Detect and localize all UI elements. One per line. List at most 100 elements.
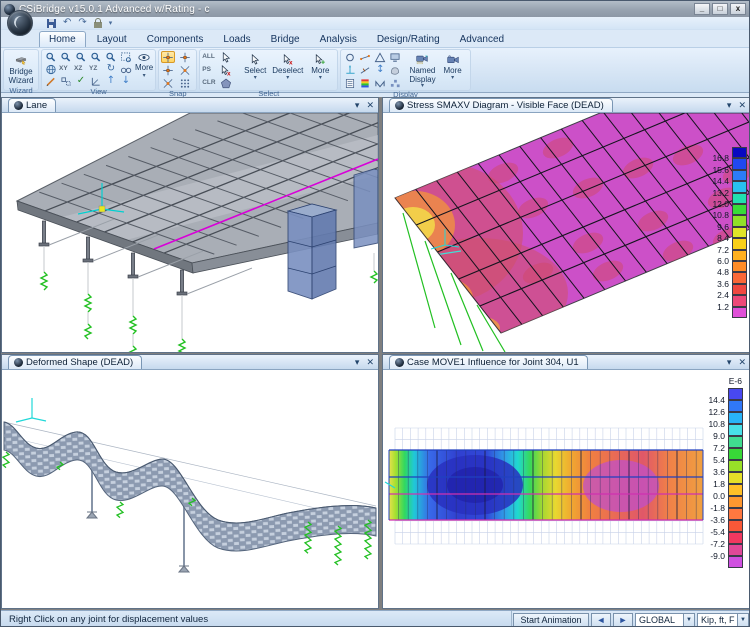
viewport-menu-icon[interactable]: ▾	[355, 356, 360, 368]
snap-line-middles-icon[interactable]	[161, 64, 175, 76]
set-3d-view-icon[interactable]	[44, 63, 58, 75]
snap-line-ends-icon[interactable]	[178, 51, 192, 63]
show-releases-icon[interactable]	[358, 51, 372, 63]
viewport-close-icon[interactable]: ✕	[738, 356, 746, 368]
zoom-previous-icon[interactable]	[74, 51, 88, 63]
deselect-button[interactable]: xDeselect▾	[270, 51, 305, 82]
viewport-lane-tab[interactable]: Lane	[8, 98, 56, 112]
viewport-influence-tab[interactable]: Case MOVE1 Influence for Joint 304, U1	[389, 355, 588, 369]
show-sections-icon[interactable]	[358, 64, 372, 76]
ribbon-tab-components[interactable]: Components	[138, 32, 213, 47]
chevron-down-icon[interactable]: ▼	[683, 614, 694, 626]
undo-icon[interactable]: ↶	[63, 18, 71, 28]
pier-base	[179, 566, 189, 572]
mini-button-all[interactable]: ALL	[202, 51, 217, 62]
rotate-view-icon[interactable]: ↻	[104, 63, 118, 75]
viewport-stress-tab[interactable]: Stress SMAXV Diagram - Visible Face (DEA…	[389, 98, 613, 112]
ribbon-tab-analysis[interactable]: Analysis	[311, 32, 366, 47]
ribbon-tab-home[interactable]: Home	[39, 31, 86, 47]
move-up-list-icon[interactable]: ↑	[104, 75, 118, 87]
viewport-menu-icon[interactable]: ▾	[727, 99, 732, 111]
mini-button-ps[interactable]: PS	[202, 64, 217, 75]
mini-button-xy[interactable]: XY	[59, 63, 74, 74]
qat-dropdown-icon[interactable]: ▾	[109, 19, 113, 27]
minimize-button[interactable]: _	[694, 3, 710, 15]
maximize-button[interactable]: □	[712, 3, 728, 15]
units-select[interactable]: Kip, ft, F ▼	[697, 613, 749, 627]
more-button[interactable]: +More▾	[305, 51, 335, 82]
stress-contour-view[interactable]: 16.815.614.413.212.010.89.68.47.26.04.83…	[383, 113, 750, 352]
show-solid-icon[interactable]	[388, 64, 402, 76]
more-button[interactable]: More▾	[438, 51, 468, 90]
legend-value: 15.6	[705, 165, 729, 175]
previous-step-button[interactable]: ◄	[591, 613, 611, 627]
legend-color-block	[732, 284, 747, 295]
more-select-arrow-icon: +	[310, 52, 330, 67]
named-display-camera-icon	[412, 52, 432, 67]
close-button[interactable]: x	[730, 3, 746, 15]
snap-perpendicular-icon[interactable]	[161, 77, 175, 89]
viewport-close-icon[interactable]: ✕	[366, 356, 374, 368]
mini-button-yz[interactable]: YZ	[89, 63, 104, 74]
ribbon-tab-layout[interactable]: Layout	[88, 32, 136, 47]
ribbon-tab-design-rating[interactable]: Design/Rating	[368, 32, 449, 47]
polygon-select-icon[interactable]	[219, 77, 233, 89]
influence-surface-view[interactable]: E-614.412.610.89.07.25.43.61.80.0-1.8-3.…	[383, 370, 750, 608]
show-arrows-icon[interactable]: ↕	[373, 64, 387, 76]
save-icon[interactable]	[47, 19, 56, 28]
viewport-deformed-titlebar: Deformed Shape (DEAD) ▾ ✕	[2, 355, 378, 370]
object-checks-icon[interactable]: ✓	[74, 75, 88, 87]
start-animation-button[interactable]: Start Animation	[513, 613, 589, 627]
svg-text:x: x	[289, 59, 293, 65]
show-contours-icon[interactable]	[358, 77, 372, 89]
snap-intersections-icon[interactable]	[178, 64, 192, 76]
draw-mode-icon[interactable]	[44, 75, 58, 87]
show-beams-icon[interactable]	[373, 77, 387, 89]
viewport-menu-icon[interactable]: ▾	[355, 99, 360, 111]
show-joints-icon[interactable]	[343, 51, 357, 63]
coordinate-system-select[interactable]: GLOBAL ▼	[635, 613, 695, 627]
show-deformed-icon[interactable]	[373, 51, 387, 63]
ribbon-tab-advanced[interactable]: Advanced	[451, 32, 513, 47]
redo-icon[interactable]: ↷	[78, 18, 86, 28]
deformed-shape-view[interactable]	[2, 370, 378, 608]
select-arrow-icon	[245, 52, 265, 67]
ribbon-tab-loads[interactable]: Loads	[214, 32, 259, 47]
bridge-wizard-button[interactable]: Bridge Wizard	[6, 51, 36, 86]
snap-fine-grid-icon[interactable]	[178, 77, 192, 89]
snap-points-icon[interactable]	[161, 51, 175, 63]
zoom-extents-icon[interactable]	[44, 51, 58, 63]
set-display-limits-icon[interactable]	[59, 75, 73, 87]
axes-labels-icon[interactable]	[89, 75, 103, 87]
zoom-in-icon[interactable]	[59, 51, 73, 63]
application-menu-button[interactable]	[7, 10, 33, 36]
pier-side	[312, 210, 336, 299]
perspective-toggle-icon[interactable]	[119, 63, 133, 75]
lock-icon[interactable]	[94, 22, 102, 28]
chevron-down-icon[interactable]: ▼	[737, 614, 748, 626]
viewport-close-icon[interactable]: ✕	[366, 99, 374, 111]
clear-selection-icon[interactable]: x	[219, 64, 233, 76]
next-step-button[interactable]: ►	[613, 613, 633, 627]
named-button[interactable]: Named Display▾	[407, 51, 437, 90]
mini-button-xz[interactable]: XZ	[74, 63, 89, 74]
viewport-stress-title: Stress SMAXV Diagram - Visible Face (DEA…	[407, 100, 604, 111]
select-button[interactable]: Select▾	[240, 51, 270, 82]
previous-selection-icon[interactable]	[219, 51, 233, 63]
view-more-button[interactable]: More ▾	[135, 51, 153, 79]
ribbon-tab-bridge[interactable]: Bridge	[262, 32, 309, 47]
viewport-close-icon[interactable]: ✕	[738, 99, 746, 111]
rubber-band-zoom-icon[interactable]	[119, 51, 133, 63]
show-named-views-icon[interactable]	[388, 51, 402, 63]
legend-color-block	[732, 238, 747, 249]
zoom-out-icon[interactable]	[104, 51, 118, 63]
lane-3d-view[interactable]	[2, 113, 378, 352]
viewport-menu-icon[interactable]: ▾	[727, 356, 732, 368]
mini-button-clr[interactable]: CLR	[202, 77, 217, 88]
show-axes-icon[interactable]	[343, 64, 357, 76]
zoom-window-icon[interactable]	[89, 51, 103, 63]
move-down-list-icon[interactable]: ↓	[119, 75, 133, 87]
viewport-deformed-tab[interactable]: Deformed Shape (DEAD)	[8, 355, 142, 369]
show-misc-icon[interactable]	[388, 77, 402, 89]
show-tables-icon[interactable]	[343, 77, 357, 89]
